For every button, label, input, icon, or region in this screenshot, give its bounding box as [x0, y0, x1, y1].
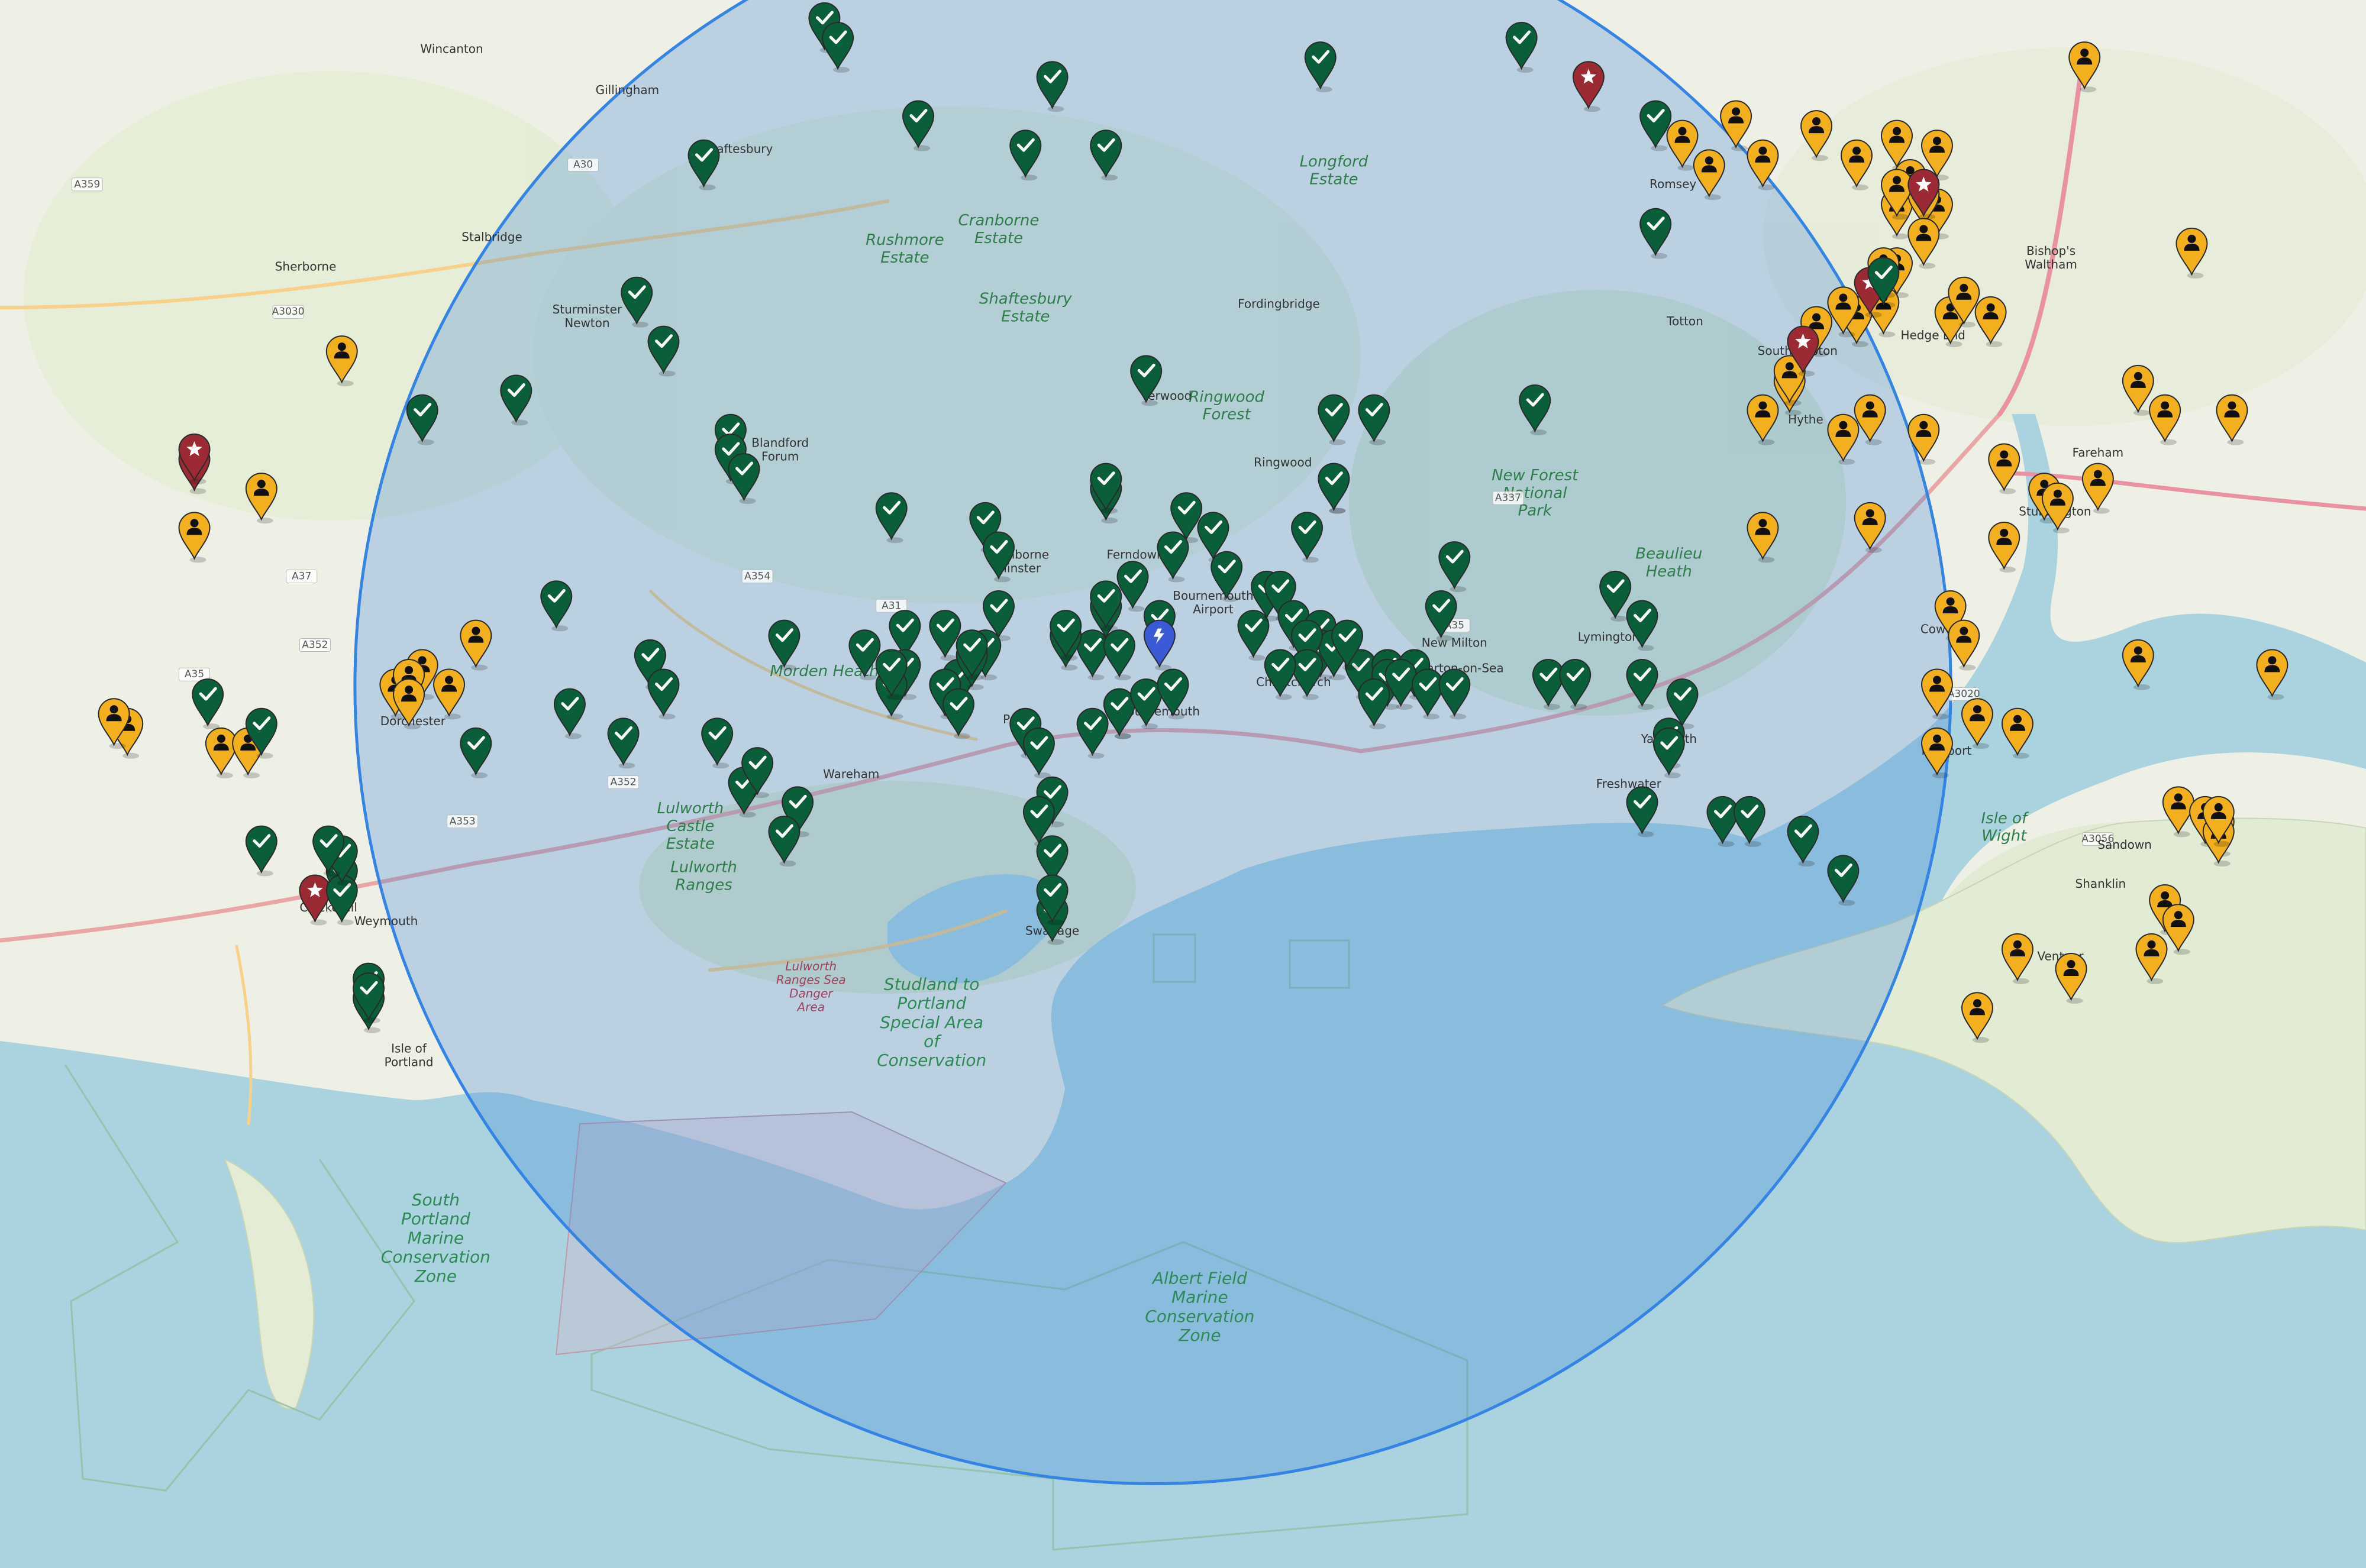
area-label: Isle of Wight	[1981, 810, 2029, 845]
place-label: New Milton	[1422, 636, 1487, 650]
road-label: A352	[608, 775, 640, 789]
road-label: A352	[299, 638, 331, 652]
svg-text:A352: A352	[611, 777, 637, 788]
place-label: Ringwood	[1254, 455, 1312, 470]
road-label: A3030	[272, 305, 305, 319]
road-label: A359	[71, 177, 103, 192]
map-canvas[interactable]: New Forest National ParkLulworth RangesMord…	[0, 0, 2366, 1568]
road-label: A37	[286, 570, 318, 584]
place-label: Totton	[1666, 314, 1703, 328]
road-label: A354	[741, 570, 773, 584]
place-label: Fareham	[2073, 445, 2123, 460]
svg-text:A35: A35	[185, 668, 204, 680]
svg-text:A3030: A3030	[272, 306, 305, 318]
svg-text:A3020: A3020	[1948, 688, 1980, 700]
place-label: Weymouth	[354, 914, 418, 928]
area-label: Lulworth Ranges	[670, 859, 737, 894]
road-label: A30	[567, 158, 599, 172]
svg-text:A352: A352	[302, 639, 328, 651]
area-label: Longford Estate	[1300, 153, 1368, 189]
svg-text:A337: A337	[1495, 492, 1521, 504]
road-label: A353	[447, 814, 479, 829]
place-label: Ferndown	[1106, 547, 1164, 561]
place-label: Lymington	[1578, 630, 1639, 644]
svg-text:A354: A354	[744, 571, 770, 583]
road-label: A337	[1492, 491, 1524, 505]
place-label: Stalbridge	[461, 230, 522, 244]
place-label: Wincanton	[420, 41, 483, 56]
svg-text:A37: A37	[292, 571, 311, 583]
place-label: Sherborne	[275, 259, 337, 273]
place-label: Isle of Portland	[385, 1041, 434, 1069]
place-label: Bishop's Waltham	[2025, 244, 2077, 271]
place-label: Sandown	[2097, 838, 2152, 852]
place-label: Freshwater	[1596, 777, 1662, 791]
place-label: Wareham	[823, 767, 879, 781]
place-label: Gillingham	[596, 83, 660, 97]
svg-text:A31: A31	[882, 600, 901, 612]
svg-text:A30: A30	[573, 159, 593, 171]
area-label: Studland to Portland Special Area of Conserv…	[877, 974, 986, 1070]
svg-text:A353: A353	[450, 816, 476, 827]
area-label: Lulworth Castle Estate	[657, 800, 724, 853]
place-label: Romsey	[1650, 177, 1696, 191]
place-label: Fordingbridge	[1238, 296, 1320, 311]
place-label: Shanklin	[2076, 877, 2126, 891]
svg-text:A359: A359	[74, 179, 100, 190]
